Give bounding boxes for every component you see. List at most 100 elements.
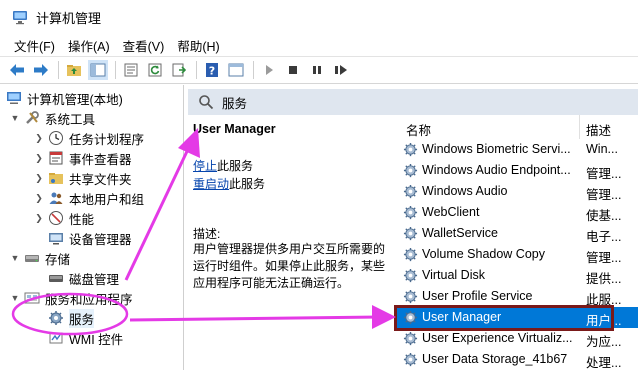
tree-label: 存储 [45,252,71,267]
tree-item-disk-management[interactable]: 磁盘管理 [48,268,119,288]
tree-item-root[interactable]: 计算机管理(本地) [6,88,123,108]
console-icon[interactable] [226,60,246,80]
tree-item-shared-folders[interactable]: ❯ 共享文件夹 [34,168,131,188]
tree-label: 服务和应用程序 [45,292,133,307]
column-divider[interactable] [579,115,580,139]
list-column-header: 名称 描述 [396,115,638,139]
back-arrow-icon[interactable] [7,60,27,80]
chevron-right-icon[interactable]: ❯ [34,213,44,224]
service-name: User Data Storage_41b67 [422,352,568,366]
list-item[interactable]: User Experience Virtualiz... 为应... [396,328,638,349]
tree-label: 磁盘管理 [69,272,120,287]
list-item[interactable]: Volume Shadow Copy 管理... [396,244,638,265]
up-folder-icon[interactable] [64,60,84,80]
tree-label: 系统工具 [45,112,96,127]
stop-icon[interactable] [283,60,303,80]
gear-icon [403,247,418,262]
tree-label: 任务计划程序 [69,132,145,147]
users-icon [48,190,64,206]
selected-service-title: User Manager [193,122,276,136]
service-description: 管理... [586,251,622,265]
column-name-header[interactable]: 名称 [406,120,431,139]
play-icon[interactable] [259,60,279,80]
tree-item-system-tools[interactable]: ▼ 系统工具 [10,108,95,128]
toolbar-separator [196,61,197,79]
chevron-right-icon[interactable]: ❯ [34,133,44,144]
service-description: 电子... [586,230,622,244]
export-icon[interactable] [169,60,189,80]
chevron-down-icon[interactable]: ▼ [10,293,20,303]
event-log-icon [48,150,64,166]
column-description-header[interactable]: 描述 [586,120,611,139]
gear-icon [403,289,418,304]
list-item[interactable]: WalletService 电子... [396,223,638,244]
device-manager-icon [48,230,64,246]
shared-folder-icon [48,170,64,186]
tree-item-services-apps[interactable]: ▼ 服务和应用程序 [10,288,133,308]
refresh-icon[interactable] [145,60,165,80]
services-apps-icon [24,290,40,306]
restart-service-suffix: 此服务 [229,177,266,191]
chevron-right-icon[interactable]: ❯ [34,153,44,164]
list-item[interactable]: Windows Biometric Servi... Win... [396,139,638,160]
list-item[interactable]: Windows Audio Endpoint... 管理... [396,160,638,181]
show-hide-tree-icon[interactable] [88,60,108,80]
tree-item-storage[interactable]: ▼ 存储 [10,248,70,268]
menu-action[interactable]: 操作(A) [68,36,110,55]
list-item[interactable]: Windows Audio 管理... [396,181,638,202]
performance-icon [48,210,64,226]
gear-icon [403,352,418,367]
tree-item-performance[interactable]: ❯ 性能 [34,208,94,228]
computer-management-icon [13,11,27,25]
services-list: 名称 描述 Windows Biometric Servi... Win... Wi… [396,115,638,370]
tree-item-local-users[interactable]: ❯ 本地用户和组 [34,188,144,208]
tree-item-services[interactable]: 服务 [48,308,95,328]
service-name: Volume Shadow Copy [422,247,545,261]
forward-arrow-icon[interactable] [31,60,51,80]
pause-icon[interactable] [307,60,327,80]
service-name: WalletService [422,226,498,240]
menu-help[interactable]: 帮助(H) [177,36,219,55]
toolbar-separator [115,61,116,79]
tools-icon [24,110,40,126]
help-icon[interactable]: ? [202,60,222,80]
toolbar-separator [253,61,254,79]
service-description: 使基... [586,209,622,223]
list-item[interactable]: User Profile Service 此服... [396,286,638,307]
restart-icon[interactable] [331,60,351,80]
gear-icon [48,310,64,326]
tree-item-event-viewer[interactable]: ❯ 事件查看器 [34,148,132,168]
tree-label: 性能 [69,212,95,227]
properties-icon[interactable] [121,60,141,80]
service-description: 处理... [586,356,622,370]
service-name: User Experience Virtualiz... [422,331,573,345]
service-name: Virtual Disk [422,268,485,282]
menu-file[interactable]: 文件(F) [14,36,55,55]
list-item[interactable]: Virtual Disk 提供... [396,265,638,286]
stop-service-link[interactable]: 停止 [193,159,217,173]
svg-text:?: ? [209,65,215,78]
tree-item-device-manager[interactable]: 设备管理器 [48,228,132,248]
service-name: WebClient [422,205,480,219]
tree-item-wmi[interactable]: WMI 控件 [48,328,123,348]
service-description: 提供... [586,272,622,286]
chevron-down-icon[interactable]: ▼ [10,113,20,123]
gear-icon [403,163,418,178]
services-header: 服务 [188,89,638,115]
description-line: 应用程序可能无法正确运行。 [193,276,350,290]
menu-view[interactable]: 查看(V) [123,36,165,55]
list-item[interactable]: User Data Storage_41b67 处理... [396,349,638,370]
search-icon [199,95,214,110]
tree-item-task-scheduler[interactable]: ❯ 任务计划程序 [34,128,144,148]
list-item[interactable]: WebClient 使基... [396,202,638,223]
toolbar: ? [0,56,638,84]
chevron-down-icon[interactable]: ▼ [10,253,20,263]
gear-icon [403,184,418,199]
chevron-right-icon[interactable]: ❯ [34,173,44,184]
description-text: 用户管理器提供多用户交互所需要的 运行时组件。如果停止此服务，某些 应用程序可能… [193,241,393,292]
service-name: Windows Audio [422,184,508,198]
selection-highlight-box [394,305,614,331]
restart-service-link[interactable]: 重启动 [193,177,229,191]
service-description: Win... [586,142,618,156]
chevron-right-icon[interactable]: ❯ [34,193,44,204]
